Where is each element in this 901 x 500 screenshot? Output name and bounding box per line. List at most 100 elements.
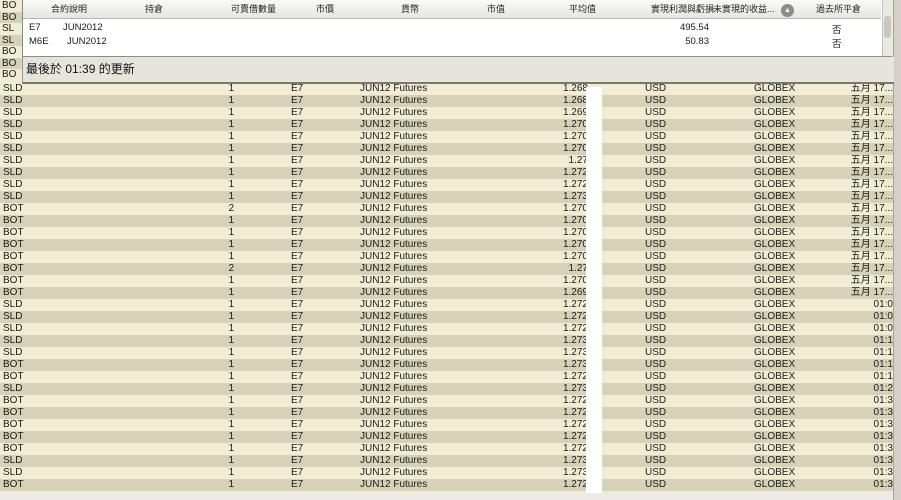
col-closed[interactable]: 過去所平倉 xyxy=(816,0,861,18)
trade-price: 1.272 xyxy=(562,371,588,382)
trade-action: SLD xyxy=(3,335,23,346)
trade-symbol: E7 xyxy=(291,311,304,322)
trade-time: 五月 17... xyxy=(850,155,893,166)
trade-exchange: GLOBEX xyxy=(754,323,796,334)
trade-row[interactable]: BOT 1 E7 JUN12 Futures 1.270 USD GLOBEX 五月 17..… xyxy=(0,239,893,251)
trade-row[interactable]: BOT 1 E7 JUN12 Futures 1.270 USD GLOBEX 五月 17..… xyxy=(0,251,893,263)
col-contract[interactable]: 合約說明 xyxy=(51,0,87,18)
trade-description: JUN12 Futures xyxy=(360,443,428,454)
trade-action: SLD xyxy=(3,455,23,466)
col-unrealized-pnl[interactable]: 未實現的收益... xyxy=(713,0,775,18)
trade-qty: 1 xyxy=(228,467,234,478)
trade-description: JUN12 Futures xyxy=(360,299,428,310)
trade-row[interactable]: BOT 1 E7 JUN12 Futures 1.272 USD GLOBEX 01:1 xyxy=(0,371,893,383)
scroll-thumb[interactable] xyxy=(884,16,891,38)
trade-row[interactable]: SLD 1 E7 JUN12 Futures 1.272 USD GLOBEX 五月 17..… xyxy=(0,167,893,179)
sort-ascending-icon[interactable]: ▲ xyxy=(781,4,794,17)
trade-row[interactable]: BOT 1 E7 JUN12 Futures 1.273 USD GLOBEX 01:1 xyxy=(0,359,893,371)
trade-row[interactable]: SLD 1 E7 JUN12 Futures 1.270 USD GLOBEX 五月 17..… xyxy=(0,143,893,155)
trade-exchange: GLOBEX xyxy=(754,443,796,454)
trade-qty: 1 xyxy=(228,395,234,406)
trade-row[interactable]: SLD 1 E7 JUN12 Futures 1.27 USD GLOBEX 五月 17... xyxy=(0,155,893,167)
row-expiry: JUN2012 xyxy=(63,22,103,33)
col-position[interactable]: 持倉 xyxy=(145,0,163,18)
trade-row[interactable]: BOT 2 E7 JUN12 Futures 1.270 USD GLOBEX 五月 17..… xyxy=(0,203,893,215)
trade-row[interactable]: BOT 2 E7 JUN12 Futures 1.27 USD GLOBEX 五月 17... xyxy=(0,263,893,275)
trade-row[interactable]: BOT 1 E7 JUN12 Futures 1.272 USD GLOBEX 01:3 xyxy=(0,479,893,491)
trade-symbol: E7 xyxy=(291,83,304,94)
trade-row[interactable]: BOT 1 E7 JUN12 Futures 1.272 USD GLOBEX 01:3 xyxy=(0,443,893,455)
trade-row[interactable]: SLD 1 E7 JUN12 Futures 1.272 USD GLOBEX 01:0 xyxy=(0,311,893,323)
trade-row[interactable]: SLD 1 E7 JUN12 Futures 1.268 USD GLOBEX 五月 17..… xyxy=(0,95,893,107)
trade-exchange: GLOBEX xyxy=(754,191,796,202)
trade-row[interactable]: BOT 1 E7 JUN12 Futures 1.270 USD GLOBEX 五月 17..… xyxy=(0,275,893,287)
trade-qty: 1 xyxy=(228,383,234,394)
trade-qty: 1 xyxy=(228,131,234,142)
trade-price: 1.27 xyxy=(568,155,588,166)
trade-row[interactable]: BOT 1 E7 JUN12 Futures 1.272 USD GLOBEX 01:3 xyxy=(0,431,893,443)
trade-action: SLD xyxy=(3,323,23,334)
trade-symbol: E7 xyxy=(291,239,304,250)
trade-row[interactable]: SLD 1 E7 JUN12 Futures 1.269 USD GLOBEX 五月 17..… xyxy=(0,107,893,119)
trade-row[interactable]: SLD 1 E7 JUN12 Futures 1.273 USD GLOBEX 五月 17..… xyxy=(0,191,893,203)
trade-symbol: E7 xyxy=(291,431,304,442)
trade-action: BOT xyxy=(3,287,24,298)
trade-price: 1.268 xyxy=(562,95,588,106)
trade-price: 1.272 xyxy=(562,299,588,310)
trade-row[interactable]: SLD 1 E7 JUN12 Futures 1.273 USD GLOBEX 01:1 xyxy=(0,347,893,359)
trade-action: BOT xyxy=(3,443,24,454)
portfolio-scrollbar[interactable] xyxy=(882,0,892,56)
trade-price: 1.270 xyxy=(562,119,588,130)
col-available[interactable]: 可賣借數量 xyxy=(231,0,276,18)
trade-exchange: GLOBEX xyxy=(754,179,796,190)
trade-row[interactable]: SLD 1 E7 JUN12 Futures 1.273 USD GLOBEX 01:2 xyxy=(0,383,893,395)
trade-qty: 1 xyxy=(228,407,234,418)
trade-action: SLD xyxy=(3,179,23,190)
trade-row[interactable]: SLD 1 E7 JUN12 Futures 1.268 USD GLOBEX 五月 17..… xyxy=(0,83,893,95)
trade-time: 01:1 xyxy=(873,347,893,358)
trade-exchange: GLOBEX xyxy=(754,167,796,178)
row-realized-pnl: 495.54 xyxy=(679,22,709,33)
trade-row[interactable]: BOT 1 E7 JUN12 Futures 1.270 USD GLOBEX 五月 17..… xyxy=(0,215,893,227)
col-market-price[interactable]: 市價 xyxy=(316,0,334,18)
window-scrollbar[interactable] xyxy=(893,0,901,500)
col-avg-price[interactable]: 平均值 xyxy=(569,0,596,18)
trade-price: 1.272 xyxy=(562,431,588,442)
trade-row[interactable]: BOT 1 E7 JUN12 Futures 1.272 USD GLOBEX 01:3 xyxy=(0,395,893,407)
trade-time: 01:0 xyxy=(873,299,893,310)
trade-row[interactable]: BOT 1 E7 JUN12 Futures 1.269 USD GLOBEX 五月 17..… xyxy=(0,287,893,299)
col-market-value[interactable]: 市值 xyxy=(487,0,505,18)
trade-row[interactable]: SLD 1 E7 JUN12 Futures 1.273 USD GLOBEX 01:3 xyxy=(0,467,893,479)
trade-row[interactable]: BOT 1 E7 JUN12 Futures 1.270 USD GLOBEX 五月 17..… xyxy=(0,227,893,239)
trade-exchange: GLOBEX xyxy=(754,383,796,394)
trade-action: SLD xyxy=(3,143,23,154)
trade-currency: USD xyxy=(645,95,667,106)
row-expiry: JUN2012 xyxy=(67,36,107,47)
trade-action: BOT xyxy=(3,395,24,406)
trade-qty: 1 xyxy=(228,455,234,466)
trade-row[interactable]: BOT 1 E7 JUN12 Futures 1.272 USD GLOBEX 01:3 xyxy=(0,407,893,419)
trade-qty: 1 xyxy=(228,443,234,454)
trade-action: BOT xyxy=(3,215,24,226)
trade-row[interactable]: BOT 1 E7 JUN12 Futures 1.272 USD GLOBEX 01:3 xyxy=(0,419,893,431)
trade-row[interactable]: SLD 1 E7 JUN12 Futures 1.270 USD GLOBEX 五月 17..… xyxy=(0,131,893,143)
trade-qty: 1 xyxy=(228,215,234,226)
trade-description: JUN12 Futures xyxy=(360,311,428,322)
col-realized-pnl[interactable]: 實現利潤與虧損 xyxy=(651,0,714,18)
trade-currency: USD xyxy=(645,275,667,286)
trade-row[interactable]: SLD 1 E7 JUN12 Futures 1.270 USD GLOBEX 五月 17..… xyxy=(0,119,893,131)
trade-time: 五月 17... xyxy=(850,107,893,118)
trade-row[interactable]: SLD 1 E7 JUN12 Futures 1.273 USD GLOBEX 01:1 xyxy=(0,335,893,347)
trade-price: 1.270 xyxy=(562,143,588,154)
trade-row[interactable]: SLD 1 E7 JUN12 Futures 1.272 USD GLOBEX 五月 17..… xyxy=(0,179,893,191)
trade-action: BOT xyxy=(3,275,24,286)
col-currency[interactable]: 貨幣 xyxy=(401,0,419,18)
trade-action: SLD xyxy=(3,299,23,310)
trade-symbol: E7 xyxy=(291,395,304,406)
trade-row[interactable]: SLD 1 E7 JUN12 Futures 1.272 USD GLOBEX 01:0 xyxy=(0,299,893,311)
trade-time: 五月 17... xyxy=(850,119,893,130)
trade-row[interactable]: SLD 1 E7 JUN12 Futures 1.272 USD GLOBEX 01:0 xyxy=(0,323,893,335)
trade-row[interactable]: SLD 1 E7 JUN12 Futures 1.273 USD GLOBEX 01:3 xyxy=(0,455,893,467)
trade-action: BOT xyxy=(3,227,24,238)
trade-qty: 1 xyxy=(228,251,234,262)
